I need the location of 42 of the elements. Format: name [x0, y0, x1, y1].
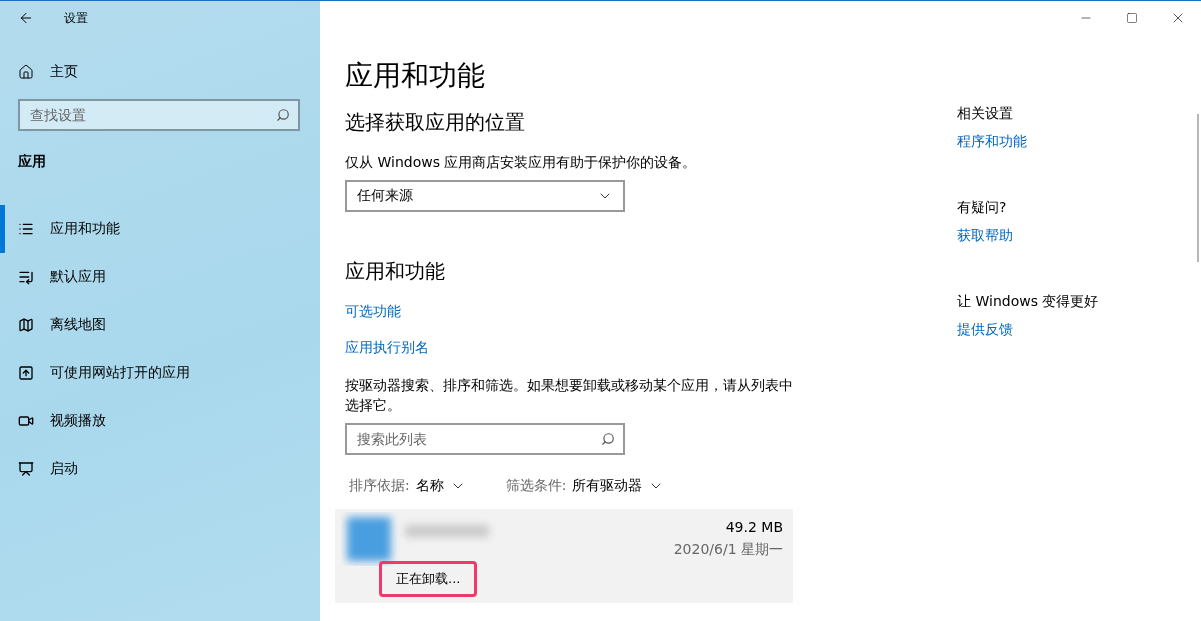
section-title: 应用 — [17, 153, 47, 171]
monitor-icon — [18, 461, 34, 477]
sort-dropdown[interactable]: 排序依据: 名称 — [349, 477, 466, 495]
maximize-icon — [1126, 12, 1138, 24]
list-icon — [18, 221, 34, 237]
sidebar-item[interactable]: 离线地图 — [0, 301, 320, 349]
video-icon — [18, 413, 34, 429]
related-heading: 有疑问? — [957, 199, 1008, 217]
list-icon — [18, 269, 34, 285]
link[interactable]: 提供反馈 — [957, 321, 1013, 339]
sidebar-item[interactable]: 应用和功能 — [0, 205, 320, 253]
filter-dropdown[interactable]: 筛选条件: 所有驱动器 — [505, 477, 665, 495]
sidebar-item[interactable]: 视频播放 — [0, 397, 320, 445]
page-title: 应用和功能 — [345, 58, 486, 94]
related-heading: 让 Windows 变得更好 — [957, 293, 1099, 311]
description: 仅从 Windows 应用商店安装应用有助于保护你的设备。 — [345, 153, 698, 172]
window-title: 设置 — [64, 9, 88, 27]
map-icon — [18, 317, 34, 333]
link[interactable]: 可选功能 — [345, 303, 401, 321]
app-size: 49.2 MB — [725, 519, 783, 535]
search-icon — [276, 108, 290, 122]
list-search-field[interactable]: 搜索此列表 — [345, 423, 625, 455]
link[interactable]: 获取帮助 — [957, 227, 1013, 245]
sidebar-item[interactable]: 启动 — [0, 445, 320, 493]
section-heading: 应用和功能 — [345, 258, 446, 285]
description: 按驱动器搜索、排序和筛选。如果想要卸载或移动某个应用，请从列表中选择它。 — [345, 376, 794, 415]
sidebar-item[interactable]: 可使用网站打开的应用 — [0, 349, 320, 397]
app-list-item[interactable]: 49.2 MB 2020/6/1 星期一 正在卸载... — [335, 509, 793, 603]
sidebar-item[interactable]: 默认应用 — [0, 253, 320, 301]
link[interactable]: 程序和功能 — [957, 133, 1027, 151]
scrollbar[interactable] — [1197, 114, 1199, 262]
link[interactable]: 应用执行别名 — [345, 339, 429, 357]
settings-search-field[interactable]: 查找设置 — [18, 99, 300, 131]
related-heading: 相关设置 — [957, 105, 1014, 123]
home-nav-item[interactable]: 主页 — [0, 63, 320, 81]
section-heading: 选择获取应用的位置 — [345, 109, 526, 136]
app-date: 2020/6/1 星期一 — [673, 541, 783, 559]
back-button[interactable] — [18, 10, 34, 26]
status-text: 正在卸载... — [379, 561, 478, 597]
home-icon — [18, 64, 34, 80]
search-icon — [601, 432, 615, 446]
source-dropdown[interactable]: 任何来源 — [345, 180, 625, 212]
